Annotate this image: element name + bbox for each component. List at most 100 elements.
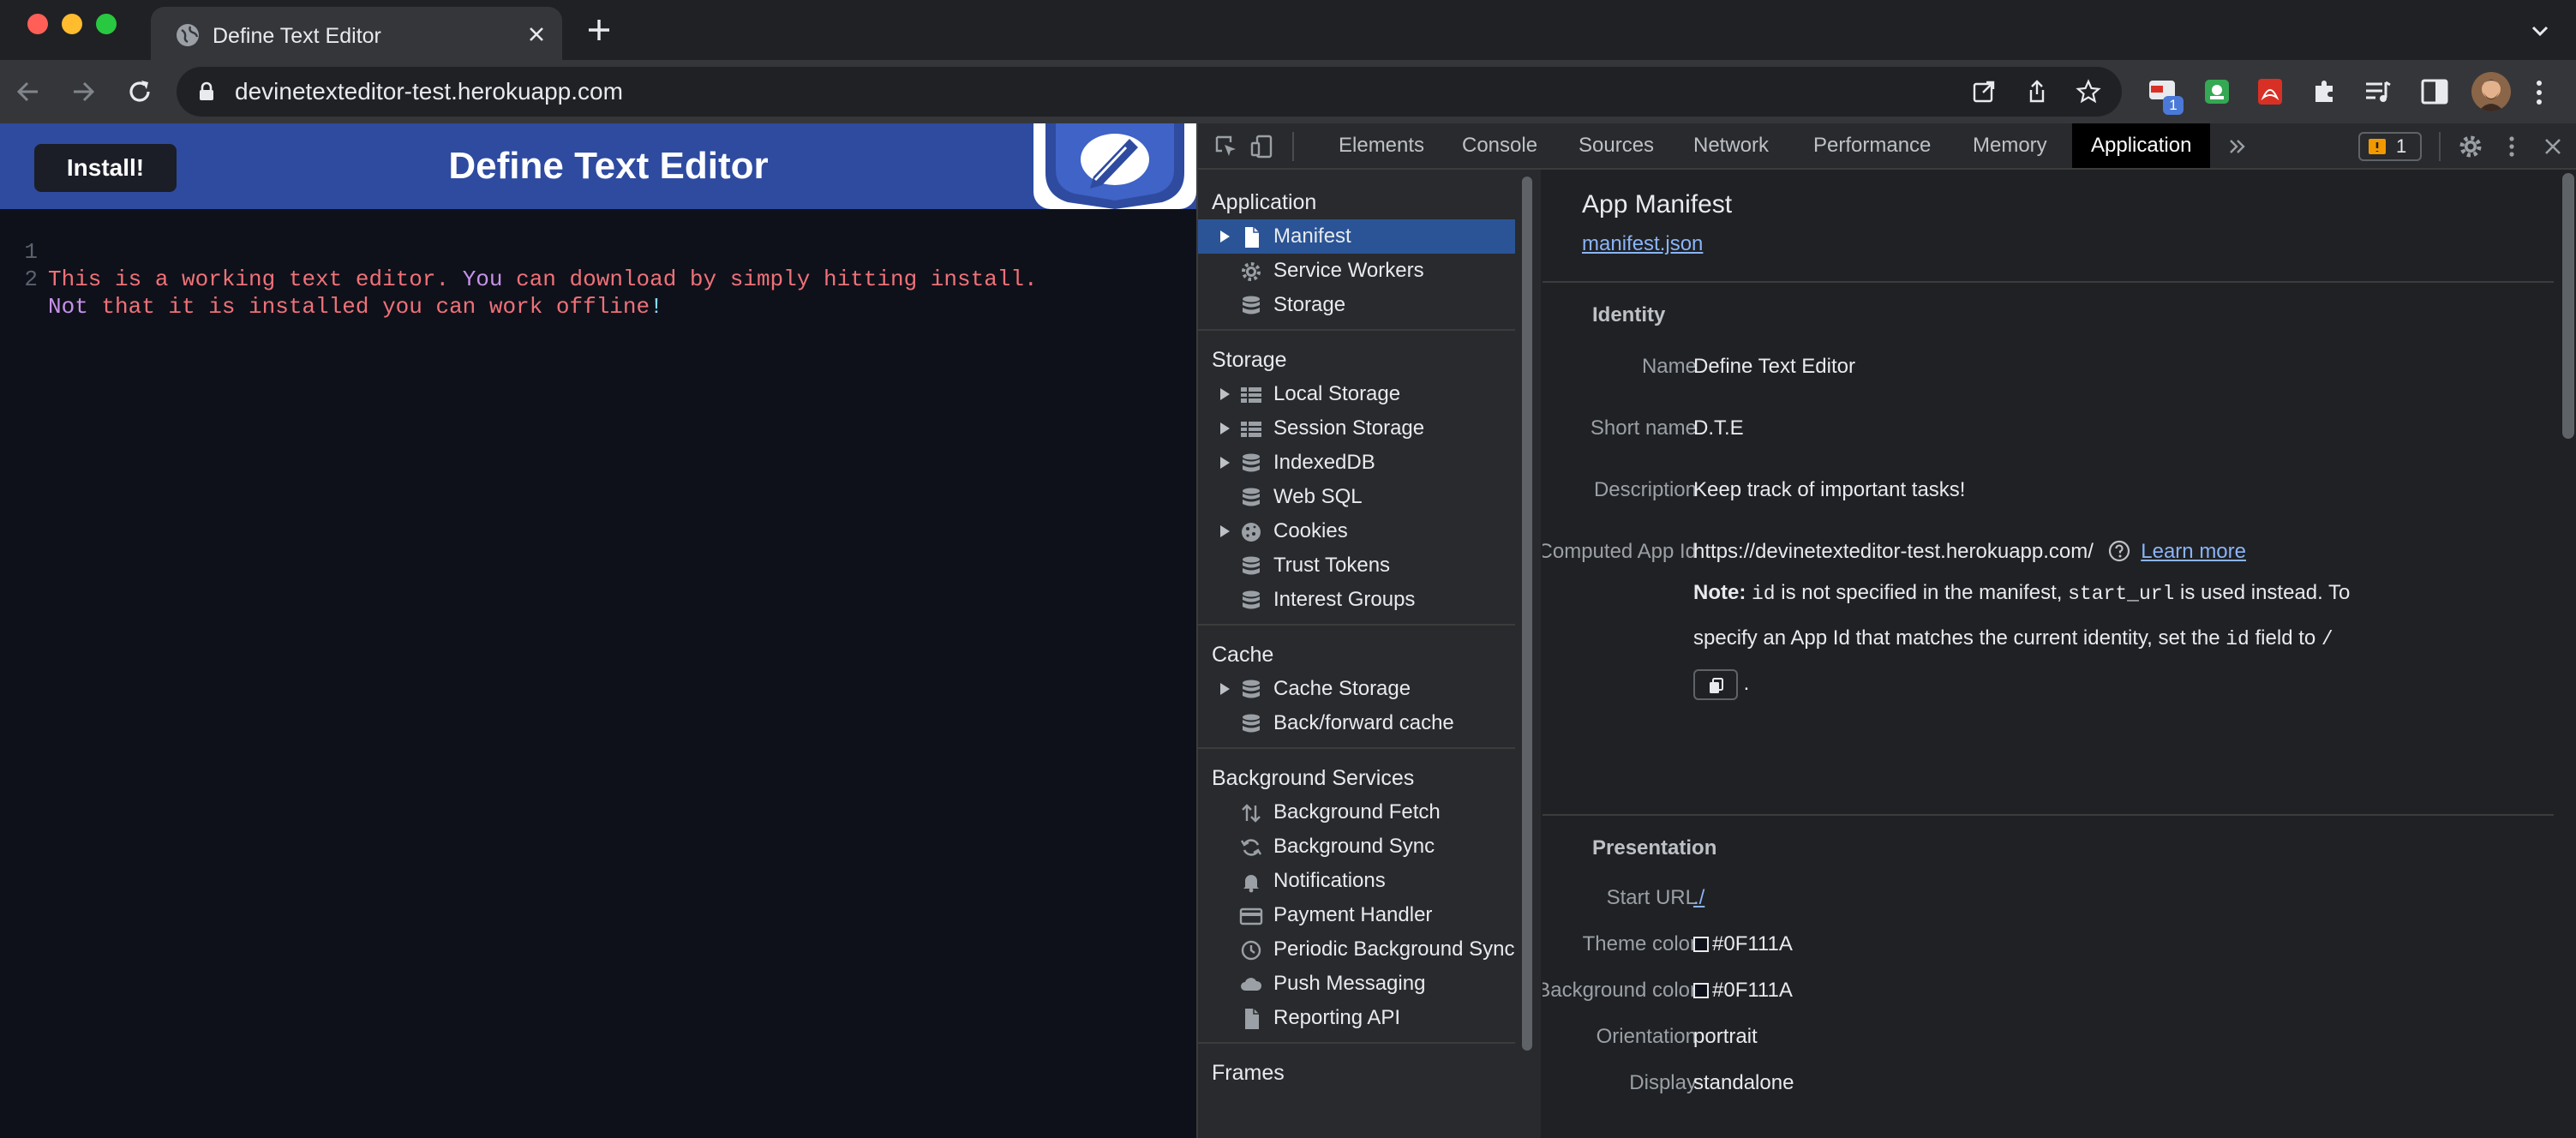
browser-tab[interactable]: Define Text Editor bbox=[151, 7, 562, 60]
extension-green-icon[interactable] bbox=[2201, 75, 2233, 108]
reading-list-icon[interactable] bbox=[2362, 75, 2394, 108]
learn-more-link[interactable]: Learn more bbox=[2141, 540, 2246, 563]
manifest-json-link[interactable]: manifest.json bbox=[1582, 230, 1703, 259]
sidebar-item-manifest[interactable]: Manifest bbox=[1198, 219, 1515, 254]
copy-button[interactable] bbox=[1693, 668, 1738, 700]
new-tab-button[interactable] bbox=[584, 15, 614, 45]
sidebar-item-label: Web SQL bbox=[1273, 485, 1363, 508]
manifest-scrollbar[interactable] bbox=[2562, 173, 2574, 439]
sidebar-item-storage[interactable]: Storage bbox=[1198, 288, 1515, 322]
sidebar-item-interest-groups[interactable]: Interest Groups bbox=[1198, 583, 1515, 617]
devtools-panel: Elements Console Sources Network Perform… bbox=[1196, 123, 2576, 1138]
extension-todo-icon[interactable]: 1 bbox=[2146, 75, 2184, 115]
sidebar-item-local-storage[interactable]: Local Storage bbox=[1198, 377, 1515, 411]
window-minimize-button[interactable] bbox=[62, 14, 82, 34]
url-text[interactable]: devinetexteditor-test.herokuapp.com bbox=[235, 67, 623, 117]
sidebar-item-web-sql[interactable]: Web SQL bbox=[1198, 480, 1515, 514]
sidebar-item-label: Cache Storage bbox=[1273, 677, 1411, 700]
pdf-extension-icon[interactable] bbox=[2254, 75, 2286, 108]
sidebar-item-background-fetch[interactable]: Background Fetch bbox=[1198, 795, 1515, 830]
share-icon[interactable] bbox=[2024, 79, 2050, 105]
tab-application[interactable]: Application bbox=[2072, 123, 2211, 168]
issues-badge[interactable]: 1 bbox=[2358, 132, 2422, 161]
devtools-menu-icon[interactable] bbox=[2499, 134, 2525, 159]
sidebar-item-service-workers[interactable]: Service Workers bbox=[1198, 254, 1515, 288]
punctuation-segment: ! bbox=[650, 294, 663, 320]
theme-color-value: #0F111A bbox=[1693, 927, 1793, 961]
expand-arrow-icon[interactable] bbox=[1220, 388, 1230, 400]
sidebar-item-trust-tokens[interactable]: Trust Tokens bbox=[1198, 548, 1515, 583]
window-maximize-button[interactable] bbox=[96, 14, 117, 34]
sidebar-item-cookies[interactable]: Cookies bbox=[1198, 514, 1515, 548]
editor-line[interactable]: 1 This is a working text editor. You can… bbox=[0, 211, 1037, 292]
close-icon[interactable] bbox=[524, 22, 548, 46]
tab-performance[interactable]: Performance bbox=[1813, 123, 1931, 168]
device-toolbar-icon[interactable] bbox=[1249, 134, 1275, 159]
code-editor[interactable]: 1 This is a working text editor. You can… bbox=[0, 209, 1196, 1138]
app-id-note: Note: id is not specified in the manifes… bbox=[1693, 571, 2379, 706]
tab-memory[interactable]: Memory bbox=[1973, 123, 2047, 168]
chevron-down-icon[interactable] bbox=[2528, 19, 2552, 43]
bookmark-star-icon[interactable] bbox=[2076, 79, 2101, 105]
profile-avatar[interactable] bbox=[2471, 72, 2511, 111]
sidebar-item-session-storage[interactable]: Session Storage bbox=[1198, 411, 1515, 446]
sidebar-item-label: Back/forward cache bbox=[1273, 711, 1454, 734]
note-label: Note: bbox=[1693, 581, 1746, 604]
tab-sources[interactable]: Sources bbox=[1579, 123, 1654, 168]
expand-arrow-icon[interactable] bbox=[1220, 683, 1230, 695]
sidebar-item-background-sync[interactable]: Background Sync bbox=[1198, 830, 1515, 864]
browser-menu-icon[interactable] bbox=[2533, 77, 2545, 108]
sidebar-item-reporting-api[interactable]: Reporting API bbox=[1198, 1001, 1515, 1035]
sidebar-item-notifications[interactable]: Notifications bbox=[1198, 864, 1515, 898]
side-panel-icon[interactable] bbox=[2418, 75, 2451, 108]
puzzle-icon[interactable] bbox=[2309, 75, 2341, 108]
expand-arrow-icon[interactable] bbox=[1220, 422, 1230, 434]
lock-icon[interactable] bbox=[195, 81, 218, 103]
inspect-element-icon[interactable] bbox=[1213, 134, 1239, 159]
forward-button[interactable] bbox=[67, 75, 99, 108]
issues-count: 1 bbox=[2396, 135, 2407, 157]
sidebar-item-indexeddb[interactable]: IndexedDB bbox=[1198, 446, 1515, 480]
tab-network[interactable]: Network bbox=[1693, 123, 1769, 168]
description-key: Description bbox=[1593, 478, 1697, 501]
database-icon bbox=[1243, 488, 1260, 506]
sidebar-item-label: Push Messaging bbox=[1273, 972, 1426, 995]
sidebar-item-label: Background Fetch bbox=[1273, 800, 1441, 824]
database-icon bbox=[1243, 714, 1260, 733]
address-bar[interactable]: devinetexteditor-test.herokuapp.com bbox=[177, 67, 2122, 117]
tab-console[interactable]: Console bbox=[1462, 123, 1537, 168]
database-icon bbox=[1243, 680, 1260, 698]
sidebar-item-payment-handler[interactable]: Payment Handler bbox=[1198, 898, 1515, 932]
cookie-icon bbox=[1242, 523, 1261, 542]
sidebar-item-cache-storage[interactable]: Cache Storage bbox=[1198, 672, 1515, 706]
more-tabs-chevron-icon[interactable] bbox=[2225, 134, 2250, 159]
open-in-app-icon[interactable] bbox=[1971, 79, 1997, 105]
logo-graphic bbox=[1045, 123, 1184, 209]
gear-icon[interactable] bbox=[2458, 134, 2483, 159]
back-button[interactable] bbox=[12, 75, 45, 108]
install-button[interactable]: Install! bbox=[34, 144, 177, 192]
sidebar-scrollbar[interactable] bbox=[1522, 177, 1532, 1051]
expand-arrow-icon[interactable] bbox=[1220, 457, 1230, 469]
reload-button[interactable] bbox=[123, 75, 156, 108]
window-close-button[interactable] bbox=[27, 14, 48, 34]
short-name-value: D.T.E bbox=[1693, 416, 1744, 440]
expand-arrow-icon[interactable] bbox=[1220, 525, 1230, 537]
tab-elements[interactable]: Elements bbox=[1339, 123, 1424, 168]
sidebar-item-label: Interest Groups bbox=[1273, 588, 1416, 611]
sidebar-item-push-messaging[interactable]: Push Messaging bbox=[1198, 967, 1515, 1001]
editor-line[interactable]: 2 Not that it is installed you can work … bbox=[0, 238, 662, 320]
app-header: Install! Define Text Editor bbox=[0, 123, 1196, 209]
sidebar-item-back-forward-cache[interactable]: Back/forward cache bbox=[1198, 706, 1515, 740]
text-segment: This is a working text editor. bbox=[48, 267, 463, 292]
expand-arrow-icon[interactable] bbox=[1220, 231, 1230, 243]
sidebar-item-label: Reporting API bbox=[1273, 1006, 1401, 1029]
display-key: Display bbox=[1629, 1071, 1697, 1094]
section-divider bbox=[1543, 814, 2554, 816]
start-url-link[interactable]: ./ bbox=[1693, 881, 1704, 915]
application-sidebar: Application Manifest Service Workers Sto… bbox=[1198, 170, 1541, 1138]
sidebar-item-periodic-background-sync[interactable]: Periodic Background Sync bbox=[1198, 932, 1515, 967]
close-devtools-icon[interactable] bbox=[2540, 134, 2566, 159]
help-icon[interactable] bbox=[2108, 540, 2130, 562]
start-url-key: Start URL bbox=[1606, 886, 1697, 909]
